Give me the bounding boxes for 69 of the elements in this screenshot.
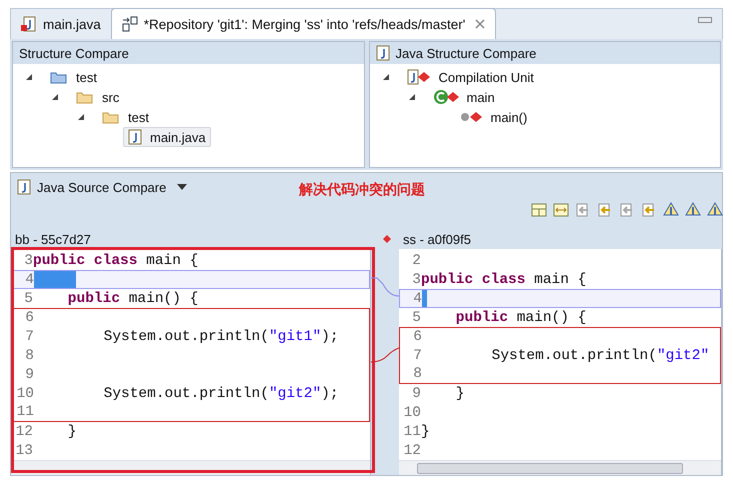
horizontal-scrollbar[interactable]: [399, 460, 721, 475]
scrollbar-thumb[interactable]: [417, 463, 683, 474]
pane-title: bb - 55c7d27: [15, 232, 91, 246]
toolbar-icon[interactable]: [552, 201, 570, 219]
toolbar-icon[interactable]: [530, 201, 548, 219]
tree-item[interactable]: main.java: [123, 127, 211, 147]
code-line: System.out.println("git1");: [102, 328, 339, 344]
code-line: System.out.println("git2");: [102, 386, 339, 402]
tree-item[interactable]: test: [97, 108, 154, 126]
tree-item[interactable]: main: [428, 87, 500, 107]
line-number: 3: [411, 272, 421, 288]
annotation-text: 解决代码冲突的问题: [299, 181, 425, 199]
line-number: 5: [411, 310, 421, 326]
tree-item[interactable]: test: [45, 68, 102, 86]
line-number: 4: [412, 290, 422, 306]
code-line: public class main {: [421, 272, 586, 288]
line-number: 11: [16, 404, 34, 420]
line-number: 10: [16, 386, 34, 402]
conflict-method-icon: [458, 109, 482, 125]
line-number: 7: [412, 348, 422, 364]
code-line: }: [66, 424, 77, 440]
editor-tab[interactable]: main.java: [11, 9, 111, 39]
java-file-icon: [17, 179, 31, 195]
change-highlight: [422, 290, 427, 307]
panel-title: Java Structure Compare: [396, 46, 536, 60]
java-file-icon: [128, 129, 142, 145]
code-line: }: [421, 424, 430, 440]
tree-item[interactable]: src: [71, 88, 124, 106]
line-number: 10: [402, 404, 421, 420]
line-number: 11: [402, 424, 421, 440]
line-number: 6: [412, 329, 422, 345]
conflict-marker-icon[interactable]: [382, 234, 392, 244]
code-line: public main() {: [66, 290, 198, 306]
line-number: 6: [24, 310, 34, 326]
line-number: 2: [411, 252, 421, 268]
line-number: 9: [24, 366, 34, 382]
dropdown-caret-icon[interactable]: [176, 183, 188, 191]
tree-item[interactable]: main(): [454, 107, 532, 127]
folder-icon: [102, 110, 120, 124]
project-folder-icon: [50, 70, 68, 84]
line-number: 12: [402, 442, 421, 458]
line-number: 7: [24, 328, 34, 344]
java-file-icon: [21, 16, 37, 32]
line-number: 9: [411, 386, 421, 402]
minimize-icon[interactable]: [698, 17, 712, 23]
line-number: 8: [412, 366, 422, 382]
line-number: 12: [14, 424, 33, 440]
line-number: 3: [23, 252, 33, 268]
pane-title: ss - a0f09f5: [403, 232, 471, 246]
code-line: public main() {: [454, 310, 586, 326]
code-line: System.out.println("git2": [490, 348, 710, 364]
panel-title: Structure Compare: [19, 46, 129, 60]
tree-item[interactable]: Compilation Unit: [402, 67, 539, 87]
line-number: 5: [23, 290, 33, 306]
folder-icon: [76, 90, 94, 104]
line-number: 8: [24, 348, 34, 364]
java-file-icon: [376, 45, 390, 61]
line-number: 13: [14, 442, 33, 458]
code-line: public class main {: [33, 252, 198, 268]
conflict-class-icon: [432, 89, 458, 105]
change-highlight: [34, 271, 76, 288]
line-number: 4: [24, 272, 34, 288]
code-line: }: [454, 386, 465, 402]
close-icon[interactable]: [475, 19, 486, 29]
editor-tab[interactable]: *Repository 'git1': Merging 'ss' into 'refs/heads/master': [110, 8, 496, 39]
compare-icon: [122, 16, 138, 32]
viewer-title: Java Source Compare: [37, 180, 166, 194]
conflict-unit-icon: [406, 69, 430, 85]
change-connector-line: [371, 277, 399, 297]
